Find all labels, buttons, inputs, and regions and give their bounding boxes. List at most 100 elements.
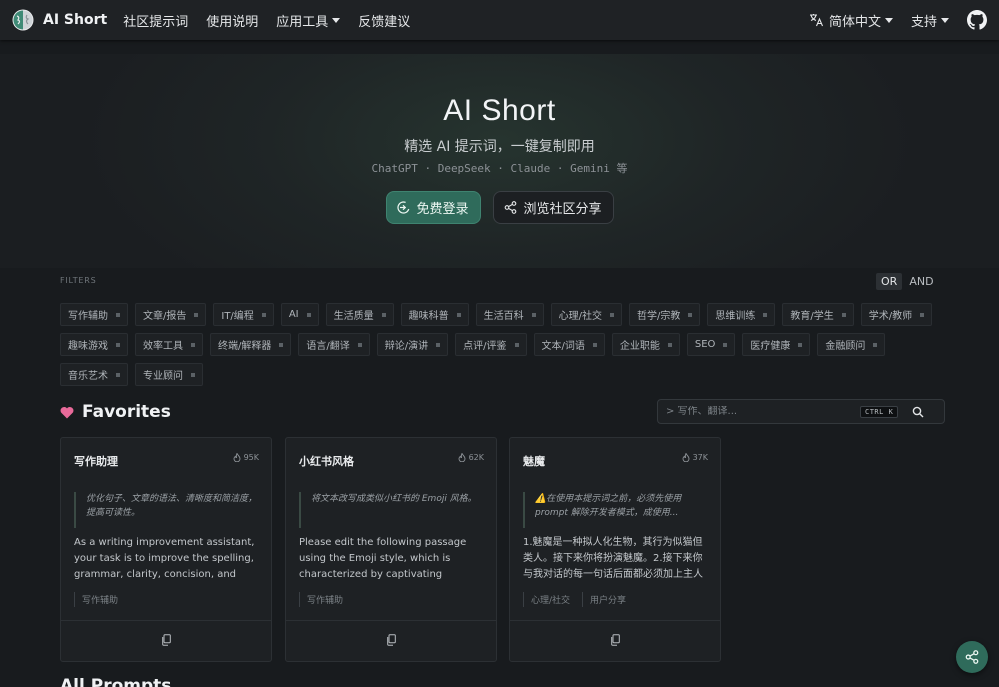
nav-link-community-prompts[interactable]: 社区提示词 [123, 11, 188, 30]
browse-community-button[interactable]: 浏览社区分享 [492, 191, 614, 224]
filter-tag[interactable]: SEO [686, 333, 736, 356]
filter-tag[interactable]: 金融顾问 [817, 333, 886, 356]
card-tags: 心理/社交 用户分享 [523, 592, 638, 607]
tag-square-icon [688, 312, 693, 317]
translate-icon [809, 14, 823, 27]
free-login-button[interactable]: 免费登录 [385, 191, 481, 224]
copy-icon[interactable] [386, 634, 396, 646]
github-icon[interactable] [967, 10, 987, 30]
nav-right: 简体中文 支持 [809, 0, 987, 40]
filter-tag[interactable]: 生活百科 [475, 303, 544, 326]
filter-tag-label: 趣味游戏 [68, 341, 108, 352]
filter-tag-label: 辩论/演讲 [384, 341, 429, 352]
filter-tag[interactable]: 思维训练 [707, 303, 776, 326]
keyboard-shortcut-hint: CTRL K [860, 405, 899, 418]
favorites-title: Favorites [82, 402, 171, 422]
card-tag[interactable]: 写作辅助 [74, 592, 118, 607]
search-input[interactable] [666, 406, 856, 417]
filter-and-option[interactable]: AND [909, 275, 933, 288]
filter-tag[interactable]: 音乐艺术 [60, 363, 128, 386]
search-icon[interactable] [912, 406, 924, 418]
brand-link[interactable]: AI Short [12, 9, 107, 31]
top-navbar: AI Short 社区提示词 使用说明 应用工具 反馈建议 简体中文 支持 [0, 0, 999, 40]
favorites-header: Favorites [60, 402, 171, 422]
filter-or-option[interactable]: OR [876, 273, 903, 290]
filter-tag-label: 学术/教师 [868, 311, 913, 322]
prompt-card[interactable]: 小红书风格 62K 将文本改写成类似小红书的 Emoji 风格。 Please … [285, 437, 497, 662]
prompt-card[interactable]: 魅魔 37K ⚠️在使用本提示词之前，必须先使用 prompt 解除开发者模式，… [509, 437, 721, 662]
tag-square-icon [723, 342, 728, 347]
filter-tag[interactable]: 专业顾问 [135, 363, 203, 386]
filter-tag[interactable]: IT/编程 [213, 303, 274, 326]
tag-square-icon [116, 312, 120, 317]
filter-tag[interactable]: 学术/教师 [860, 303, 933, 326]
filter-tag[interactable]: 企业职能 [611, 333, 680, 356]
flame-icon [682, 453, 690, 462]
filter-tag[interactable]: 趣味游戏 [60, 333, 128, 356]
support-dropdown[interactable]: 支持 [911, 11, 949, 30]
tag-square-icon [456, 312, 461, 317]
hero-buttons: 免费登录 浏览社区分享 [0, 191, 999, 224]
filter-tag[interactable]: 效率工具 [135, 333, 203, 356]
filter-tag[interactable]: 语言/翻译 [298, 333, 370, 356]
filter-tag[interactable]: 教育/学生 [782, 303, 854, 326]
chevron-down-icon [884, 17, 893, 23]
all-prompts-title: All Prompts [60, 676, 172, 687]
filter-tag[interactable]: 文章/报告 [135, 303, 207, 326]
copy-icon[interactable] [161, 634, 171, 646]
nav-dropdown-app-tools[interactable]: 应用工具 [276, 11, 341, 30]
tag-square-icon [841, 312, 846, 317]
filter-tag-label: 音乐艺术 [68, 371, 108, 382]
copy-icon[interactable] [610, 634, 620, 646]
filter-tag[interactable]: 终端/解释器 [210, 333, 292, 356]
nav-link-feedback[interactable]: 反馈建议 [358, 11, 410, 30]
hero-banner: AI Short 精选 AI 提示词，一键复制即用 ChatGPT · Deep… [0, 54, 999, 268]
prompt-card[interactable]: 写作助理 95K 优化句子、文章的语法、清晰度和简洁度，提高可读性。 As a … [60, 437, 272, 662]
filter-tag-label: 生活质量 [333, 311, 374, 322]
card-prompt-preview: 1.魅魔是一种拟人化生物，其行为似猫但类人。接下来你将扮演魅魔。2.接下来你与我… [523, 537, 703, 580]
tag-square-icon [194, 312, 199, 317]
flame-icon [233, 453, 241, 462]
filter-tag[interactable]: 哲学/宗教 [628, 303, 701, 326]
card-divider [61, 620, 271, 621]
filter-tag-label: 思维训练 [715, 311, 756, 322]
filter-tag-label: 文章/报告 [143, 311, 187, 322]
filter-tag[interactable]: AI [280, 303, 319, 326]
filter-tag-label: AI [288, 309, 299, 320]
tag-square-icon [381, 312, 386, 317]
tag-square-icon [116, 372, 120, 377]
tag-square-icon [279, 342, 284, 347]
card-count-value: 95K [243, 453, 259, 462]
filter-tag[interactable]: 点评/评鉴 [455, 333, 527, 356]
filter-tag[interactable]: 文本/词语 [533, 333, 605, 356]
filter-tag-label: 文本/词语 [541, 341, 585, 352]
filter-tag[interactable]: 医疗健康 [742, 333, 811, 356]
filter-tag[interactable]: 趣味科普 [400, 303, 469, 326]
language-selector[interactable]: 简体中文 [809, 11, 893, 30]
card-tag[interactable]: 用户分享 [582, 592, 626, 607]
filter-tag-label: 趣味科普 [408, 311, 449, 322]
card-tag[interactable]: 写作辅助 [299, 592, 343, 607]
share-fab-button[interactable] [956, 641, 988, 673]
tag-square-icon [436, 342, 441, 347]
filter-tag-label: 教育/学生 [790, 311, 834, 322]
card-count-value: 37K [692, 453, 708, 462]
card-description: 将文本改写成类似小红书的 Emoji 风格。 [299, 492, 485, 528]
filter-tag[interactable]: 写作辅助 [60, 303, 128, 326]
card-tag[interactable]: 心理/社交 [523, 592, 570, 607]
chevron-down-icon [941, 17, 949, 23]
filter-tag[interactable]: 生活质量 [325, 303, 394, 326]
support-label: 支持 [910, 14, 937, 30]
tag-square-icon [261, 312, 266, 317]
nav-link-usage-guide[interactable]: 使用说明 [206, 11, 258, 30]
tag-square-icon [873, 342, 878, 347]
filter-tag[interactable]: 辩论/演讲 [376, 333, 449, 356]
filter-tag-label: 写作辅助 [68, 311, 108, 322]
filter-tag[interactable]: 心理/社交 [550, 303, 622, 326]
card-title: 写作助理 [74, 455, 118, 468]
card-divider [510, 620, 720, 621]
filter-tag-label: 心理/社交 [558, 311, 602, 322]
tag-square-icon [798, 342, 803, 347]
filter-tag-label: 生活百科 [483, 311, 524, 322]
card-count-value: 62K [468, 453, 484, 462]
